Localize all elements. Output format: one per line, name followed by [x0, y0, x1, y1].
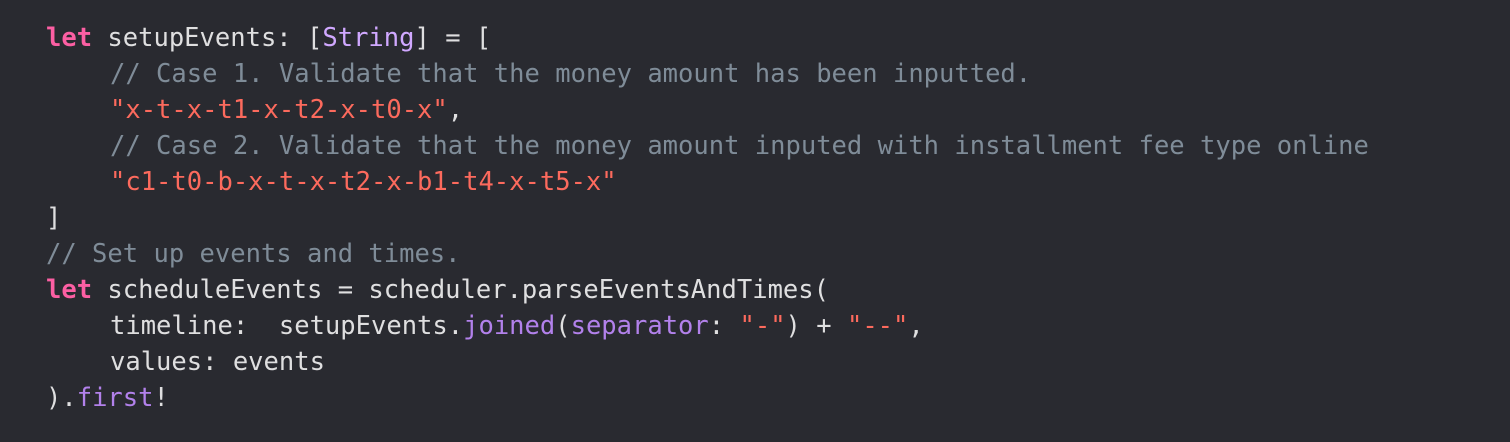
code-line-11: ).first!	[46, 380, 1510, 416]
method-name: joined	[463, 311, 556, 341]
code-text: (	[555, 311, 571, 341]
code-text: ) +	[785, 311, 847, 341]
code-line-5: "c1-t0-b-x-t-x-t2-x-b1-t4-x-t5-x"	[46, 164, 1510, 200]
code-text: ).	[46, 383, 77, 413]
code-text: ,	[908, 311, 924, 341]
code-text: scheduleEvents = scheduler.parseEventsAn…	[92, 275, 829, 305]
type-name: String	[322, 23, 415, 53]
code-line-6: ]	[46, 200, 1510, 236]
code-text: setupEvents: [	[92, 23, 323, 53]
code-line-7: // Set up events and times.	[46, 236, 1510, 272]
code-comment: // Case 2. Validate that the money amoun…	[110, 131, 1369, 161]
string-literal: "x-t-x-t1-x-t2-x-t0-x"	[110, 95, 448, 125]
code-text: timeline: setupEvents.	[110, 311, 464, 341]
code-text: ,	[447, 95, 464, 125]
code-text: ]	[46, 203, 62, 233]
code-text: !	[153, 383, 169, 413]
argument-label: separator	[570, 311, 709, 341]
code-comment: // Case 1. Validate that the money amoun…	[110, 59, 1032, 89]
code-line-2: // Case 1. Validate that the money amoun…	[46, 56, 1510, 92]
keyword-let: let	[46, 23, 93, 53]
code-text: ] = [	[414, 23, 492, 53]
code-text: :	[708, 311, 740, 341]
string-literal: "-"	[739, 311, 786, 341]
code-line-10: values: events	[46, 344, 1510, 380]
property-name: first	[76, 383, 154, 413]
string-literal: "--"	[846, 311, 909, 341]
code-text: values: events	[110, 347, 325, 377]
code-line-8: let scheduleEvents = scheduler.parseEven…	[46, 272, 1510, 308]
code-line-9: timeline: setupEvents.joined(separator: …	[46, 308, 1510, 344]
code-line-1: let setupEvents: [String] = [	[46, 20, 1510, 56]
code-editor[interactable]: let setupEvents: [String] = [ // Case 1.…	[0, 0, 1510, 442]
code-line-4: // Case 2. Validate that the money amoun…	[46, 128, 1510, 164]
string-literal: "c1-t0-b-x-t-x-t2-x-b1-t4-x-t5-x"	[110, 167, 617, 197]
code-comment: // Set up events and times.	[46, 239, 461, 269]
code-line-3: "x-t-x-t1-x-t2-x-t0-x",	[46, 92, 1510, 128]
keyword-let: let	[46, 275, 93, 305]
